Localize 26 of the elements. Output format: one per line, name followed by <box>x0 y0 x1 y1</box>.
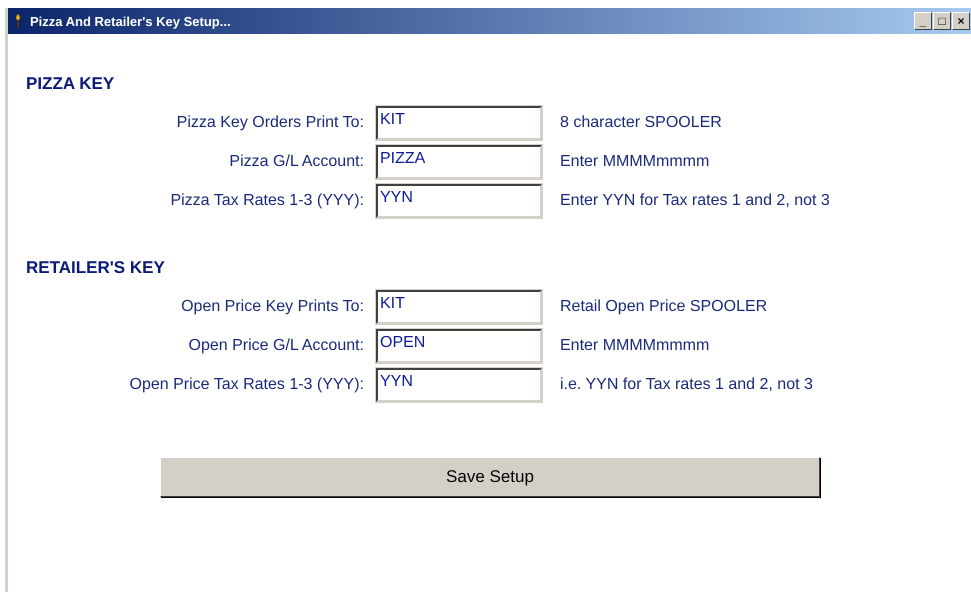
input-field[interactable]: YYN <box>376 368 542 402</box>
field-label: Open Price Key Prints To: <box>180 298 364 316</box>
maximize-button[interactable]: □ <box>933 12 951 30</box>
input-field[interactable]: OPEN <box>376 329 542 363</box>
input-field[interactable]: PIZZA <box>376 145 542 179</box>
field-hint: Retail Open Price SPOOLER <box>560 298 768 316</box>
field-label: Pizza Key Orders Print To: <box>176 114 364 132</box>
field-label: Open Price G/L Account: <box>188 337 364 355</box>
torch-icon <box>14 13 22 29</box>
field-hint: Enter MMMMmmmm <box>560 153 710 171</box>
field-hint: 8 character SPOOLER <box>560 114 723 132</box>
field-hint: Enter YYN for Tax rates 1 and 2, not 3 <box>560 192 831 210</box>
field-label: Pizza Tax Rates 1-3 (YYY): <box>169 192 364 210</box>
section-heading: PIZZA KEY <box>26 74 116 94</box>
input-field[interactable]: YYN <box>376 184 542 218</box>
field-hint: Enter MMMMmmmm <box>560 337 710 355</box>
input-field[interactable]: KIT <box>376 290 542 324</box>
window-title: Pizza And Retailer's Key Setup... <box>30 14 232 28</box>
input-field[interactable]: KIT <box>376 106 542 140</box>
field-label: Open Price Tax Rates 1-3 (YYY): <box>128 376 364 394</box>
section-heading: RETAILER'S KEY <box>26 258 166 278</box>
field-hint: i.e. YYN for Tax rates 1 and 2, not 3 <box>560 376 814 394</box>
minimize-button[interactable]: _ <box>914 12 932 30</box>
close-button[interactable]: × <box>952 12 970 30</box>
field-label: Pizza G/L Account: <box>228 153 364 171</box>
save-button[interactable]: Save Setup <box>160 457 820 497</box>
